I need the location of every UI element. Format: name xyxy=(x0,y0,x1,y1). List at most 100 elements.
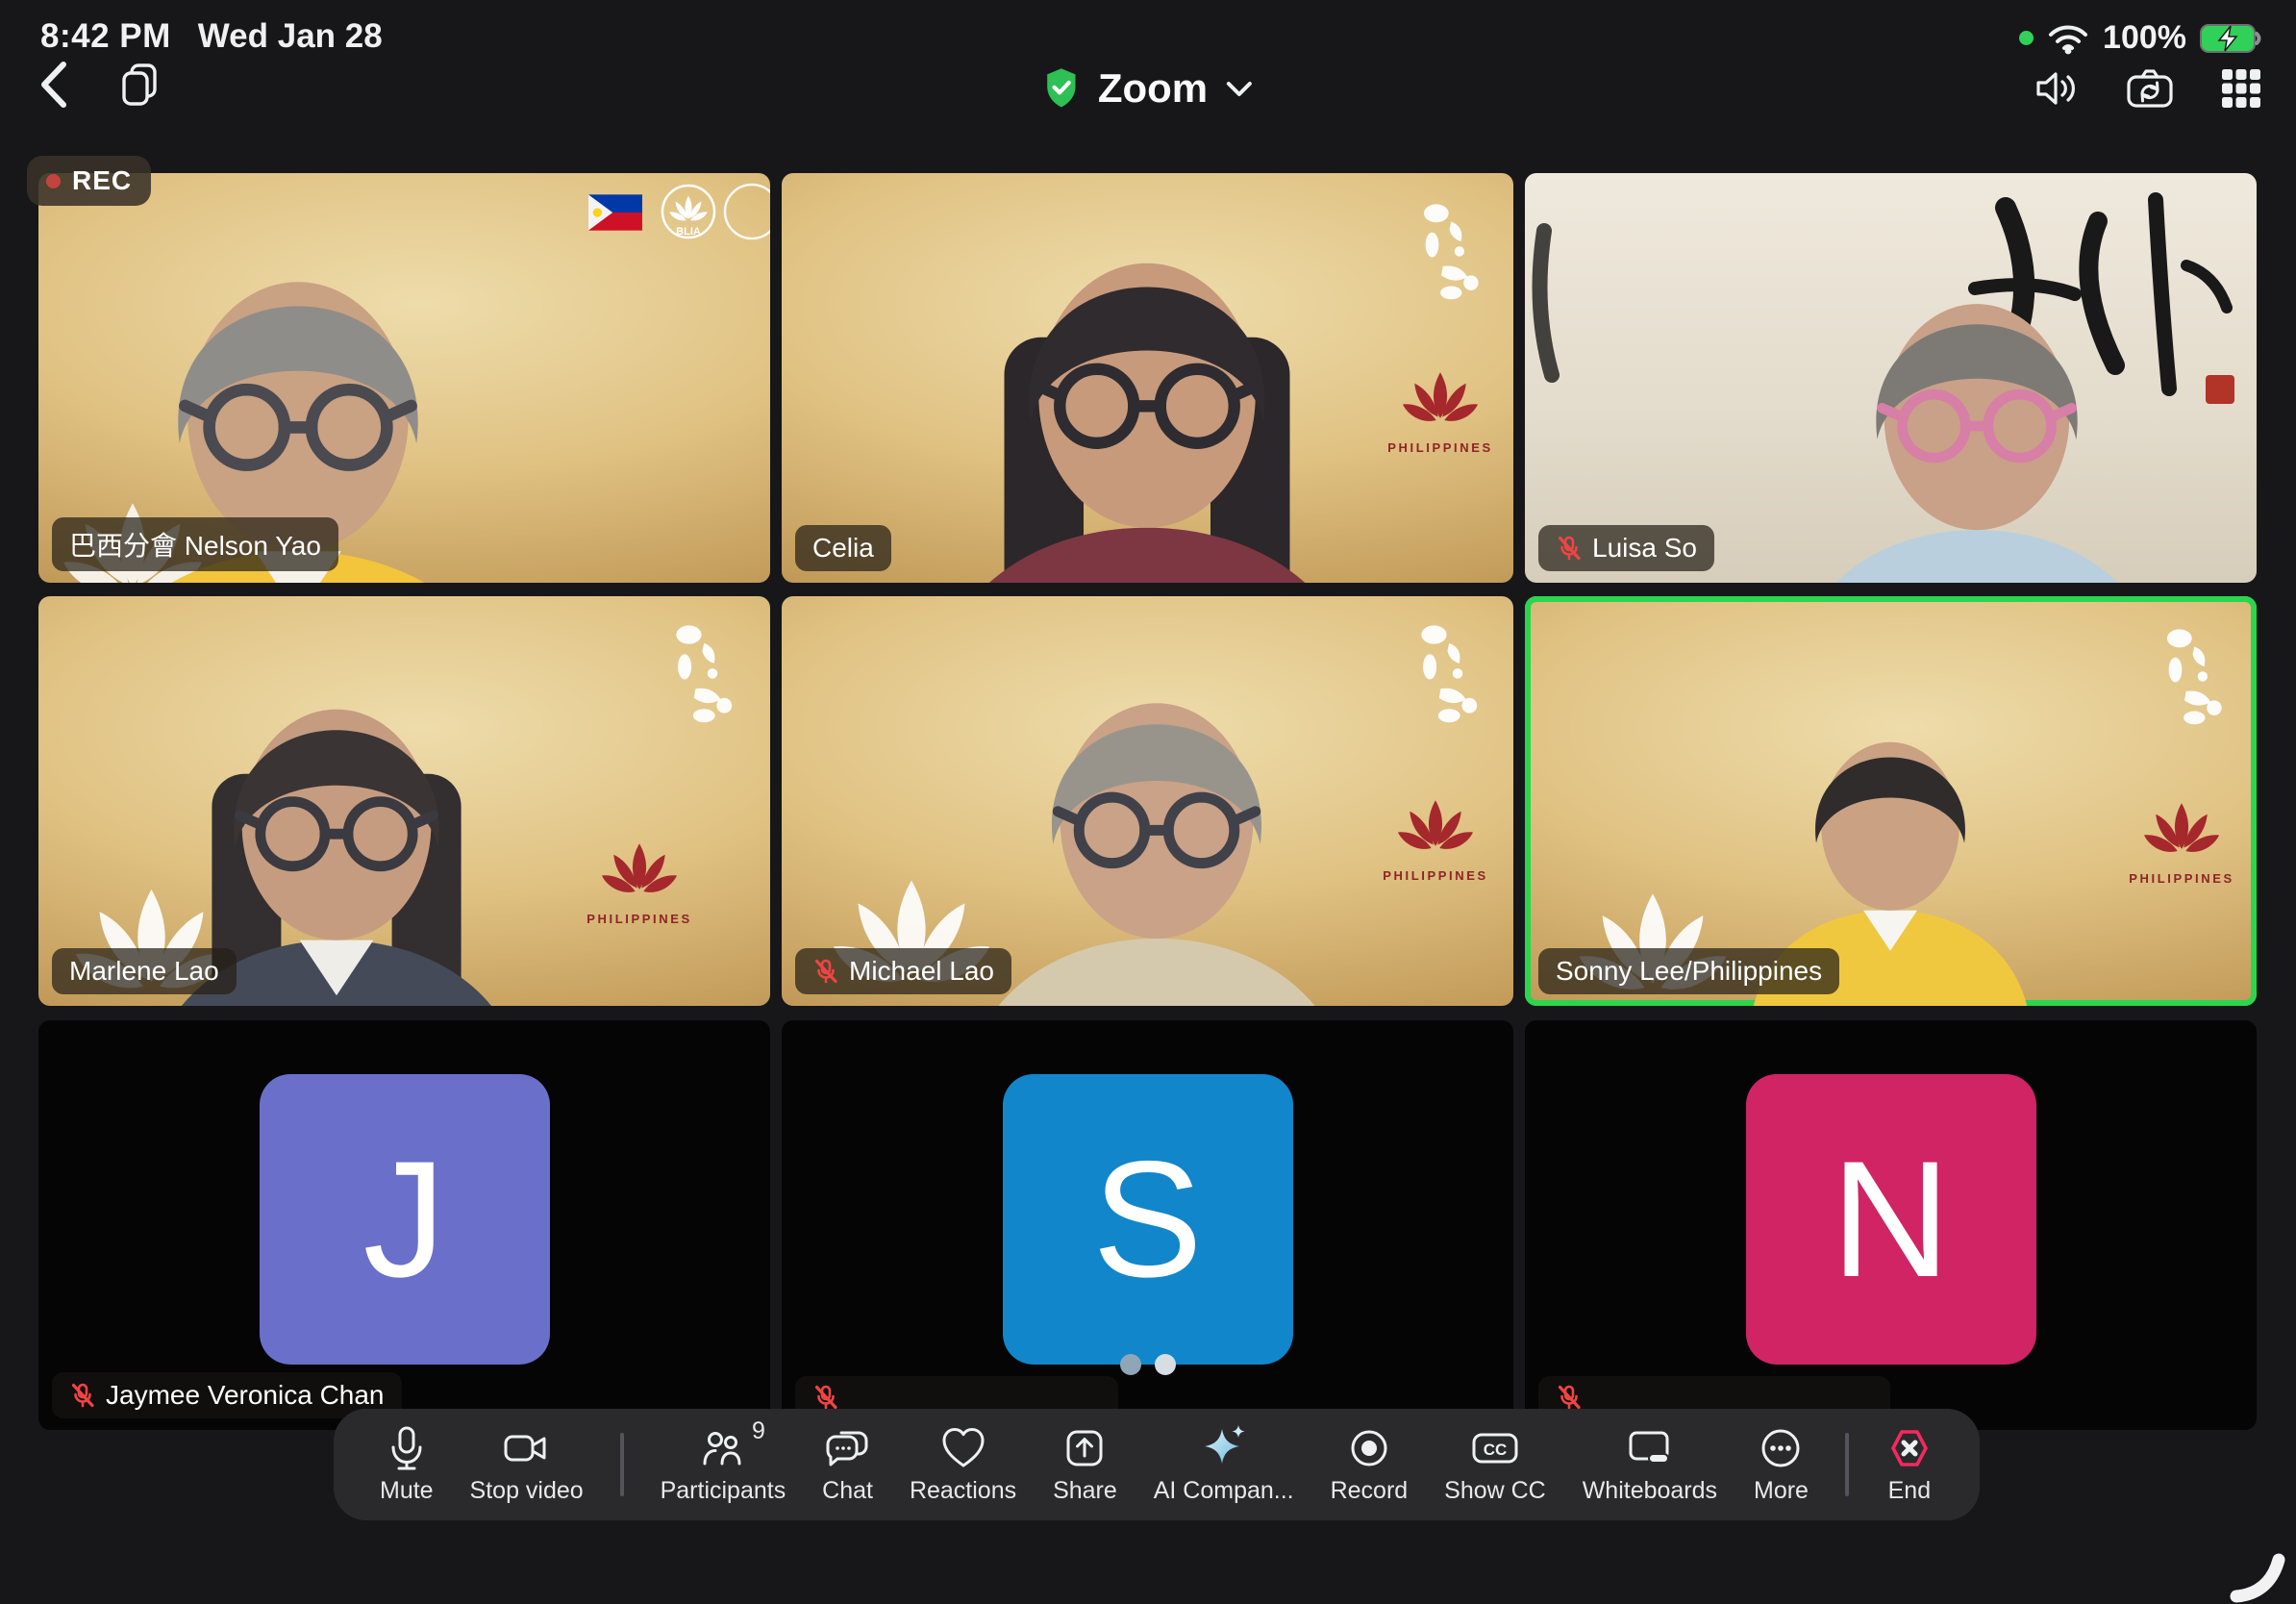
page-dot-2[interactable] xyxy=(1155,1354,1176,1375)
corner-arc-glyph xyxy=(2219,1537,2296,1604)
video-feed xyxy=(1525,173,2257,583)
participant-name-label: Celia xyxy=(795,525,891,571)
presence-green-dot-icon xyxy=(2019,31,2034,45)
microphone-icon xyxy=(384,1425,430,1471)
video-tile-sonny-lee[interactable]: Sonny Lee/Philippines xyxy=(1525,596,2257,1006)
meeting-nav-bar: Zoom xyxy=(0,60,2296,117)
record-button[interactable]: Record xyxy=(1331,1425,1409,1505)
participants-icon xyxy=(700,1425,746,1471)
toolbar-divider xyxy=(1845,1433,1849,1496)
reactions-button[interactable]: Reactions xyxy=(910,1425,1016,1505)
avatar: S xyxy=(1003,1074,1293,1365)
recording-badge: REC xyxy=(27,156,151,206)
muted-mic-icon xyxy=(812,958,839,985)
recording-dot-icon xyxy=(46,174,61,188)
share-label: Share xyxy=(1053,1477,1117,1505)
whiteboards-button[interactable]: Whiteboards xyxy=(1583,1425,1717,1505)
status-time: 8:42 PM xyxy=(40,17,171,56)
muted-mic-icon xyxy=(1556,535,1583,562)
participant-name-label: Jaymee Veronica Chan xyxy=(52,1372,402,1418)
show-cc-label: Show CC xyxy=(1444,1477,1546,1505)
mute-label: Mute xyxy=(380,1477,434,1505)
avatar-letter: S xyxy=(1092,1137,1203,1302)
speaker-button[interactable] xyxy=(2033,66,2081,111)
security-shield-check-icon xyxy=(1042,67,1081,110)
avatar-letter: N xyxy=(1831,1137,1950,1302)
reactions-label: Reactions xyxy=(910,1477,1016,1505)
video-tile-luisa-so[interactable]: Luisa So xyxy=(1525,173,2257,583)
video-tile-michael-lao[interactable]: Michael Lao xyxy=(782,596,1513,1006)
page-dot-1[interactable] xyxy=(1120,1354,1141,1375)
mute-button[interactable]: Mute xyxy=(380,1425,434,1505)
muted-mic-icon xyxy=(69,1382,96,1409)
chat-button[interactable]: Chat xyxy=(822,1425,873,1505)
meeting-title-dropdown[interactable]: Zoom xyxy=(1042,60,1254,117)
back-chevron-icon xyxy=(37,60,69,110)
avatar: J xyxy=(260,1074,550,1365)
toolbar-divider xyxy=(620,1433,624,1496)
stop-video-button[interactable]: Stop video xyxy=(470,1425,584,1505)
avatar-letter: J xyxy=(363,1137,446,1302)
video-camera-icon xyxy=(502,1425,552,1471)
participant-name-label: Marlene Lao xyxy=(52,948,237,994)
more-ellipsis-icon xyxy=(1758,1425,1804,1471)
back-button[interactable] xyxy=(37,60,69,110)
end-label: End xyxy=(1888,1477,1931,1505)
video-tile-celia[interactable]: Celia xyxy=(782,173,1513,583)
video-feed xyxy=(782,173,1513,583)
whiteboard-icon xyxy=(1626,1425,1674,1471)
page-indicator-dots[interactable] xyxy=(1120,1354,1176,1375)
apps-grid-button[interactable] xyxy=(2219,66,2263,111)
more-label: More xyxy=(1754,1477,1809,1505)
participant-name: Celia xyxy=(812,533,874,564)
participant-name: 巴西分會 Nelson Yao xyxy=(69,525,321,564)
video-feed xyxy=(1525,596,2257,1006)
chevron-down-icon xyxy=(1225,79,1254,98)
avatar: N xyxy=(1746,1074,2036,1365)
video-feed xyxy=(782,596,1513,1006)
video-tile-avatar-n[interactable]: N xyxy=(1525,1020,2257,1430)
video-tile-nelson-yao[interactable]: 巴西分會 Nelson Yao xyxy=(38,173,770,583)
ai-companion-label: AI Compan... xyxy=(1154,1477,1294,1505)
switch-camera-button[interactable] xyxy=(2125,66,2175,111)
chat-label: Chat xyxy=(822,1477,873,1505)
ai-sparkle-icon xyxy=(1200,1423,1248,1471)
apps-grid-icon xyxy=(2219,66,2263,111)
battery-percent: 100% xyxy=(2103,19,2186,57)
heart-icon xyxy=(940,1425,986,1471)
participants-button[interactable]: 9 Participants xyxy=(661,1425,786,1505)
multitask-windows-icon xyxy=(115,61,163,109)
status-bar: 8:42 PM Wed Jan 28 100% xyxy=(0,12,2296,58)
chat-bubbles-icon xyxy=(824,1425,872,1471)
battery-charging-icon xyxy=(2200,22,2263,55)
muted-mic-icon xyxy=(1556,1384,1583,1411)
more-button[interactable]: More xyxy=(1754,1425,1809,1505)
participant-name-label: Michael Lao xyxy=(795,948,1011,994)
share-up-arrow-icon xyxy=(1061,1425,1108,1471)
cc-glyph: CC xyxy=(1484,1441,1508,1459)
meeting-toolbar: Mute Stop video 9 Participants xyxy=(334,1409,1980,1520)
participant-name-label: Sonny Lee/Philippines xyxy=(1538,948,1839,994)
share-button[interactable]: Share xyxy=(1053,1425,1117,1505)
closed-captions-icon: CC xyxy=(1470,1425,1520,1471)
multitask-button[interactable] xyxy=(115,61,163,109)
switch-camera-icon xyxy=(2125,66,2175,111)
end-call-hexagon-icon xyxy=(1885,1425,1934,1471)
video-tile-marlene-lao[interactable]: Marlene Lao xyxy=(38,596,770,1006)
record-label: Record xyxy=(1331,1477,1409,1505)
participant-name: Marlene Lao xyxy=(69,956,219,987)
app-title: Zoom xyxy=(1098,65,1208,112)
participants-count-badge: 9 xyxy=(752,1417,765,1445)
status-date: Wed Jan 28 xyxy=(198,17,383,56)
participant-name: Michael Lao xyxy=(849,956,994,987)
ai-companion-button[interactable]: AI Compan... xyxy=(1154,1425,1294,1505)
stop-video-label: Stop video xyxy=(470,1477,584,1505)
participant-name: Jaymee Veronica Chan xyxy=(106,1380,385,1411)
end-call-button[interactable]: End xyxy=(1885,1425,1934,1505)
participant-name: Luisa So xyxy=(1592,533,1697,564)
participant-name: Sonny Lee/Philippines xyxy=(1556,956,1822,987)
video-tile-jaymee-veronica-chan[interactable]: J Jaymee Veronica Chan xyxy=(38,1020,770,1430)
show-cc-button[interactable]: CC Show CC xyxy=(1444,1425,1546,1505)
participants-label: Participants xyxy=(661,1477,786,1505)
record-circle-icon xyxy=(1346,1425,1392,1471)
